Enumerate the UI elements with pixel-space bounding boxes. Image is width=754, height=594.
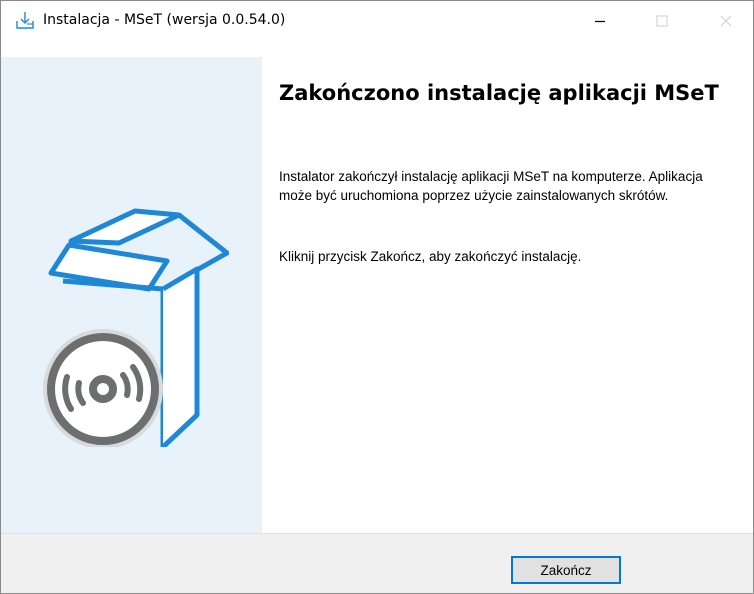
- page-title: Zakończono instalację aplikacji MSeT: [279, 81, 719, 105]
- window-title: Instalacja - MSeT (wersja 0.0.54.0): [43, 12, 286, 28]
- software-box-with-disc-icon: [39, 177, 230, 451]
- minimize-button[interactable]: [577, 1, 623, 41]
- minimize-icon: [594, 12, 606, 31]
- wizard-banner: [1, 57, 262, 533]
- title-bar[interactable]: Instalacja - MSeT (wersja 0.0.54.0): [1, 1, 753, 41]
- download-install-icon: [15, 11, 35, 31]
- finish-description: Instalator zakończył instalację aplikacj…: [279, 169, 703, 203]
- finish-button[interactable]: Zakończ: [511, 556, 621, 584]
- maximize-button[interactable]: [639, 1, 685, 41]
- close-button[interactable]: [703, 1, 749, 41]
- wizard-footer: Zakończ: [1, 534, 753, 593]
- finish-instruction: Kliknij przycisk Zakończ, aby zakończyć …: [279, 249, 582, 264]
- maximize-icon: [656, 12, 668, 31]
- installer-window: Instalacja - MSeT (wersja 0.0.54.0) Zako…: [0, 0, 754, 594]
- close-icon: [720, 12, 732, 31]
